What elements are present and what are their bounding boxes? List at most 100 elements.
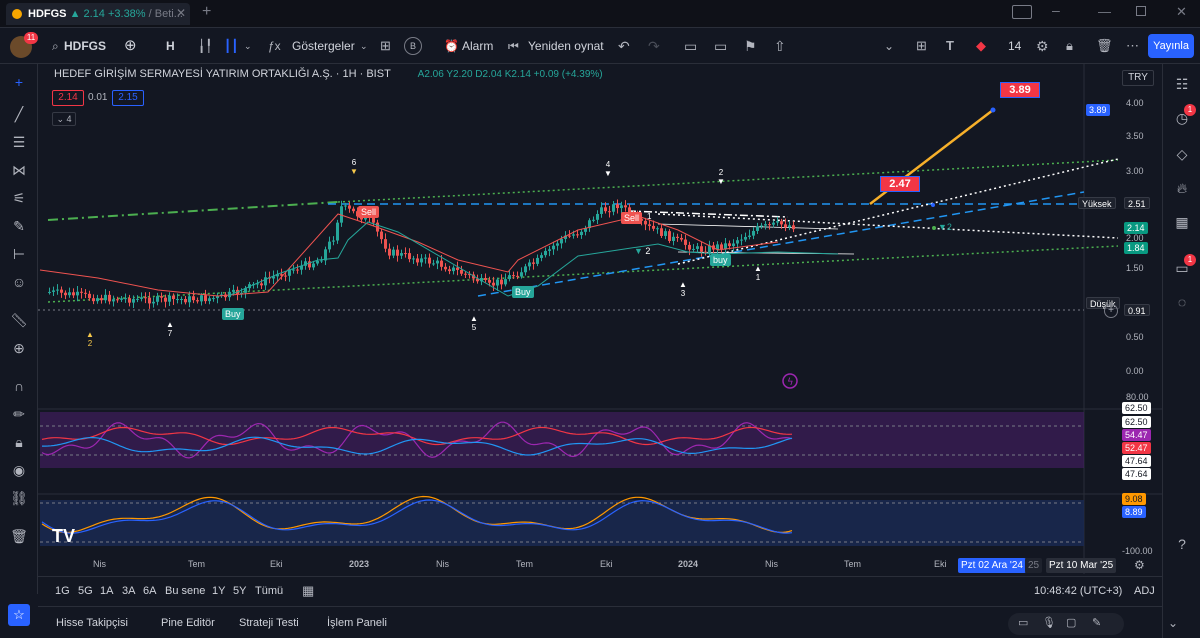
trash-icon[interactable]: 🗑︎ xyxy=(9,526,29,546)
zoom-in-icon[interactable]: ⊕ xyxy=(9,338,29,358)
indicators-button[interactable]: Göstergeler xyxy=(292,36,355,56)
crosshair-icon[interactable]: + xyxy=(9,72,29,92)
hotlist-fire-icon[interactable]: 🔥︎ xyxy=(1172,178,1192,198)
chevron-down-icon[interactable]: ⌄ xyxy=(884,36,894,56)
chart-tab[interactable]: HDFGS ▲ 2.14 +3.38% / Beti... xyxy=(6,3,190,25)
help-icon[interactable]: ? xyxy=(1172,534,1192,554)
calendar-icon[interactable]: ▦ xyxy=(1172,212,1192,232)
range-button[interactable]: 1A xyxy=(100,585,113,597)
clock-text[interactable]: 10:48:42 (UTC+3) xyxy=(1034,585,1122,597)
replay-button[interactable]: Yeniden oynat xyxy=(528,36,604,56)
range-button[interactable]: 1Y xyxy=(212,585,225,597)
fill-color-icon[interactable]: ◆ xyxy=(976,36,986,56)
sell-price-button[interactable]: 2.14 xyxy=(52,90,84,106)
font-size-value[interactable]: 14 xyxy=(1008,36,1021,56)
more-icon[interactable]: ⋯ xyxy=(1126,36,1139,56)
redo-icon[interactable]: ↷ xyxy=(648,36,660,56)
indicators-icon: ƒx xyxy=(268,39,281,53)
range-button[interactable]: 5G xyxy=(78,585,93,597)
panel-tab-trading-panel[interactable]: İşlem Paneli xyxy=(327,617,387,629)
microphone-icon[interactable]: 🎙︎ xyxy=(1042,616,1056,629)
panel-tab-strategy-tester[interactable]: Strateji Testi xyxy=(239,617,299,629)
compare-plus-icon[interactable]: ⊕ xyxy=(124,36,137,56)
symbol-search-button[interactable]: HDFGS xyxy=(64,36,106,56)
templates-icon[interactable]: ⊞ xyxy=(380,36,391,56)
candles-icon[interactable]: ┃┃ xyxy=(224,36,238,56)
fib-icon[interactable]: ☰ xyxy=(9,132,29,152)
link-icon[interactable]: ⛓ xyxy=(9,488,29,508)
callout-icon[interactable]: ▭ xyxy=(714,36,727,56)
arrow-up-icon[interactable]: ⇧ xyxy=(774,36,786,56)
watchlist-icon[interactable]: ☷ xyxy=(1172,74,1192,94)
close-window-icon[interactable]: ✕ xyxy=(1176,4,1187,20)
target-high-label[interactable]: 3.89 xyxy=(1000,82,1040,98)
lock-drawings-icon[interactable]: 🔒︎ xyxy=(9,432,29,452)
range-button[interactable]: 6A xyxy=(143,585,156,597)
candle xyxy=(744,236,747,240)
candle xyxy=(100,298,103,301)
layout-icon[interactable]: ⊞ xyxy=(916,36,927,56)
brush-icon[interactable]: ✎ xyxy=(9,216,29,236)
magnet-icon[interactable]: ∩ xyxy=(9,376,29,396)
candle xyxy=(624,205,627,208)
candle xyxy=(388,248,391,256)
chevron-down-icon[interactable]: ⌄ xyxy=(360,36,368,56)
chart-area[interactable]: 4.00 3.50 3.00 2.00 1.50 0.50 0.00 80.00… xyxy=(38,64,1162,574)
buy-price-button[interactable]: 2.15 xyxy=(112,90,144,106)
adj-button[interactable]: ADJ xyxy=(1134,585,1155,597)
text-annotation-icon[interactable]: ⊢ xyxy=(9,244,29,264)
range-button[interactable]: 1G xyxy=(55,585,70,597)
chevron-down-icon[interactable]: ⌄ xyxy=(1168,616,1178,630)
currency-select[interactable]: TRY xyxy=(1122,70,1154,86)
stay-drawing-icon[interactable]: ✏ xyxy=(9,404,29,424)
alert-button[interactable]: Alarm xyxy=(462,36,493,56)
interval-button[interactable]: H xyxy=(166,36,175,56)
data-window-icon[interactable]: ◇ xyxy=(1172,144,1192,164)
add-plus-icon[interactable]: + xyxy=(1104,304,1118,318)
emoji-icon[interactable]: ☺ xyxy=(9,272,29,292)
range-button[interactable]: Bu sene xyxy=(165,585,205,597)
flag-icon[interactable]: ⚑ xyxy=(744,36,757,56)
lock-icon[interactable]: 🔒︎ xyxy=(1066,36,1073,56)
indicator-count[interactable]: ⌄ 4 xyxy=(52,112,76,126)
alerts-clock-icon[interactable]: ◷ 1 xyxy=(1172,104,1196,128)
screen-icon[interactable]: ▢ xyxy=(1066,616,1076,629)
panel-tab-screener[interactable]: Hisse Takipçisi xyxy=(56,617,128,629)
minimize-window-icon[interactable]: — xyxy=(1098,4,1111,19)
range-button[interactable]: 3A xyxy=(122,585,135,597)
chat-icon[interactable]: ▭ 1 xyxy=(1172,254,1196,278)
range-button[interactable]: Tümü xyxy=(255,585,283,597)
bar-style-icon[interactable]: ╽╿ xyxy=(198,36,212,56)
comment-icon[interactable]: ▭ xyxy=(684,36,697,56)
range-button[interactable]: 5Y xyxy=(233,585,246,597)
target-mid-label[interactable]: 2.47 xyxy=(880,176,920,192)
panel-tab-pine-editor[interactable]: Pine Editör xyxy=(161,617,215,629)
time-tick: Tem xyxy=(844,559,861,569)
minimize-icon[interactable]: – xyxy=(1052,2,1060,18)
pattern-icon[interactable]: ⋈ xyxy=(9,160,29,180)
eye-icon[interactable]: ◉ xyxy=(9,460,29,480)
keyboard-icon[interactable]: ▭ xyxy=(1018,616,1028,629)
search-icon[interactable]: ⌕ xyxy=(52,39,59,54)
prediction-icon[interactable]: ⚟ xyxy=(9,188,29,208)
ruler-icon[interactable]: 📏︎ xyxy=(9,310,29,330)
close-tab-icon[interactable]: ✕ xyxy=(176,6,186,20)
trend-line-icon[interactable]: ╱ xyxy=(9,104,29,124)
publish-button[interactable]: Yayınla xyxy=(1148,34,1194,58)
maximize-window-icon[interactable] xyxy=(1136,6,1146,16)
candle xyxy=(196,300,199,302)
new-tab-plus-icon[interactable]: + xyxy=(202,3,211,21)
monitor-icon[interactable] xyxy=(1012,5,1032,19)
ideas-bulb-icon[interactable]: ◌ xyxy=(1172,292,1192,312)
axis-settings-gear-icon[interactable]: ⚙ xyxy=(1134,558,1145,572)
date-range-calendar-icon[interactable]: ▦ xyxy=(302,583,314,599)
settings-gear-icon[interactable]: ⚙ xyxy=(1036,36,1049,56)
chevron-down-icon[interactable]: ⌄ xyxy=(244,36,252,56)
undo-icon[interactable]: ↶ xyxy=(618,36,630,56)
text-tool-icon[interactable]: T xyxy=(946,36,954,56)
strategy-icon[interactable]: B xyxy=(404,37,422,55)
edit-icon[interactable]: ✎ xyxy=(1092,616,1101,629)
favorites-star-icon[interactable]: ☆ xyxy=(8,604,30,626)
trash-icon[interactable]: 🗑︎ xyxy=(1096,36,1113,56)
price-chart[interactable]: 4.00 3.50 3.00 2.00 1.50 0.50 0.00 80.00… xyxy=(38,64,1162,574)
